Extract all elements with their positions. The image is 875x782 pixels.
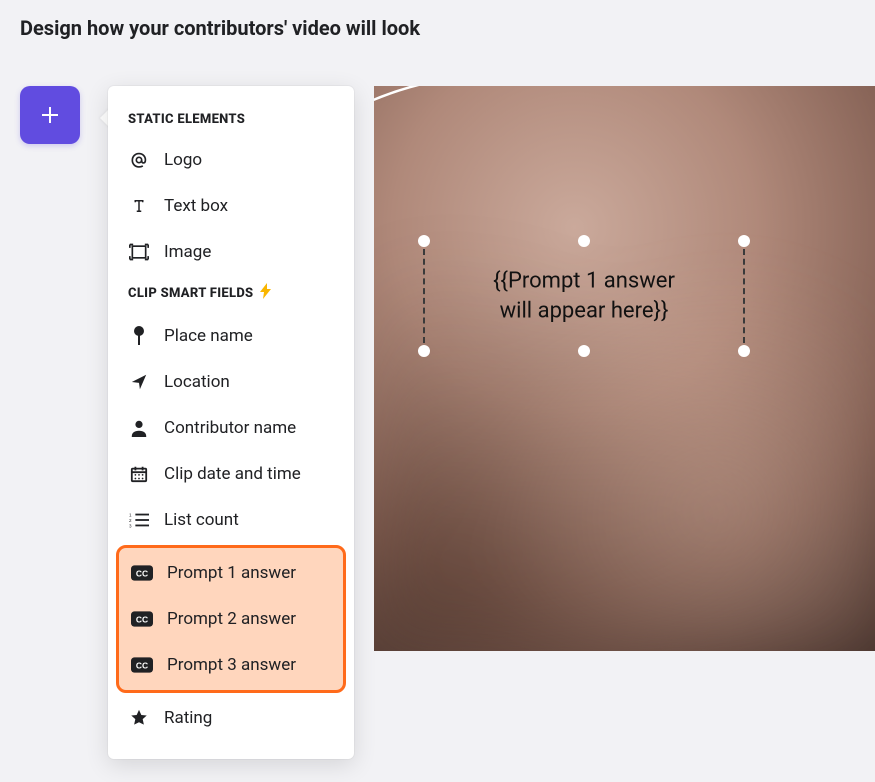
svg-text:CC: CC xyxy=(136,660,148,670)
menu-item-prompt-1-answer[interactable]: CC Prompt 1 answer xyxy=(119,550,343,596)
resize-handle-bottom-left[interactable] xyxy=(418,345,430,357)
elements-popover: STATIC ELEMENTS Logo Text box Image CLIP… xyxy=(108,86,354,759)
placeholder-text: {{Prompt 1 answer will appear here}} xyxy=(493,266,675,325)
lightning-icon xyxy=(259,283,273,303)
menu-item-place-name[interactable]: Place name xyxy=(108,313,354,359)
svg-text:1: 1 xyxy=(129,512,132,517)
svg-text:2: 2 xyxy=(129,518,132,523)
plus-icon xyxy=(38,103,62,127)
menu-item-list-count[interactable]: 123 List count xyxy=(108,497,354,543)
menu-item-location[interactable]: Location xyxy=(108,359,354,405)
svg-text:CC: CC xyxy=(136,614,148,624)
pin-icon xyxy=(128,326,150,346)
resize-handle-top-right[interactable] xyxy=(738,235,750,247)
menu-item-rating[interactable]: Rating xyxy=(108,695,354,741)
text-icon xyxy=(128,197,150,215)
svg-text:3: 3 xyxy=(129,523,132,528)
resize-handle-top-center[interactable] xyxy=(578,235,590,247)
menu-item-label: Image xyxy=(164,242,334,262)
menu-item-prompt-3-answer[interactable]: CC Prompt 3 answer xyxy=(119,642,343,688)
video-canvas[interactable]: {{Prompt 1 answer will appear here}} xyxy=(374,86,875,651)
menu-item-label: Prompt 2 answer xyxy=(167,609,331,629)
svg-text:CC: CC xyxy=(136,568,148,578)
section-header-smart: CLIP SMART FIELDS xyxy=(108,275,354,313)
menu-item-image[interactable]: Image xyxy=(108,229,354,275)
cc-icon: CC xyxy=(131,565,153,581)
menu-item-contributor-name[interactable]: Contributor name xyxy=(108,405,354,451)
star-icon xyxy=(128,709,150,727)
resize-handle-bottom-right[interactable] xyxy=(738,345,750,357)
section-header-static: STATIC ELEMENTS xyxy=(108,104,354,137)
person-icon xyxy=(128,419,150,437)
resize-handle-top-left[interactable] xyxy=(418,235,430,247)
selection-edge-left xyxy=(423,249,425,343)
menu-item-label: Place name xyxy=(164,326,334,346)
menu-item-textbox[interactable]: Text box xyxy=(108,183,354,229)
menu-item-label: List count xyxy=(164,510,334,530)
menu-item-label: Text box xyxy=(164,196,334,216)
page-title: Design how your contributors' video will… xyxy=(20,16,420,40)
numbered-list-icon: 123 xyxy=(128,512,150,528)
location-arrow-icon xyxy=(128,373,150,391)
menu-item-logo[interactable]: Logo xyxy=(108,137,354,183)
prompt-answers-highlight: CC Prompt 1 answer CC Prompt 2 answer CC… xyxy=(116,545,346,693)
at-icon xyxy=(128,150,150,170)
menu-item-label: Prompt 3 answer xyxy=(167,655,331,675)
menu-item-label: Rating xyxy=(164,708,334,728)
menu-item-label: Location xyxy=(164,372,334,392)
cc-icon: CC xyxy=(131,611,153,627)
menu-item-label: Clip date and time xyxy=(164,464,334,484)
cc-icon: CC xyxy=(131,657,153,673)
resize-handle-bottom-center[interactable] xyxy=(578,345,590,357)
image-frame-icon xyxy=(128,243,150,261)
menu-item-label: Contributor name xyxy=(164,418,334,438)
menu-item-label: Prompt 1 answer xyxy=(167,563,331,583)
menu-item-prompt-2-answer[interactable]: CC Prompt 2 answer xyxy=(119,596,343,642)
add-element-button[interactable] xyxy=(20,86,80,144)
placeholder-element[interactable]: {{Prompt 1 answer will appear here}} xyxy=(424,241,744,351)
calendar-icon xyxy=(128,465,150,483)
selection-edge-right xyxy=(743,249,745,343)
decorative-curve xyxy=(374,86,554,196)
menu-item-label: Logo xyxy=(164,150,334,170)
menu-item-clip-datetime[interactable]: Clip date and time xyxy=(108,451,354,497)
